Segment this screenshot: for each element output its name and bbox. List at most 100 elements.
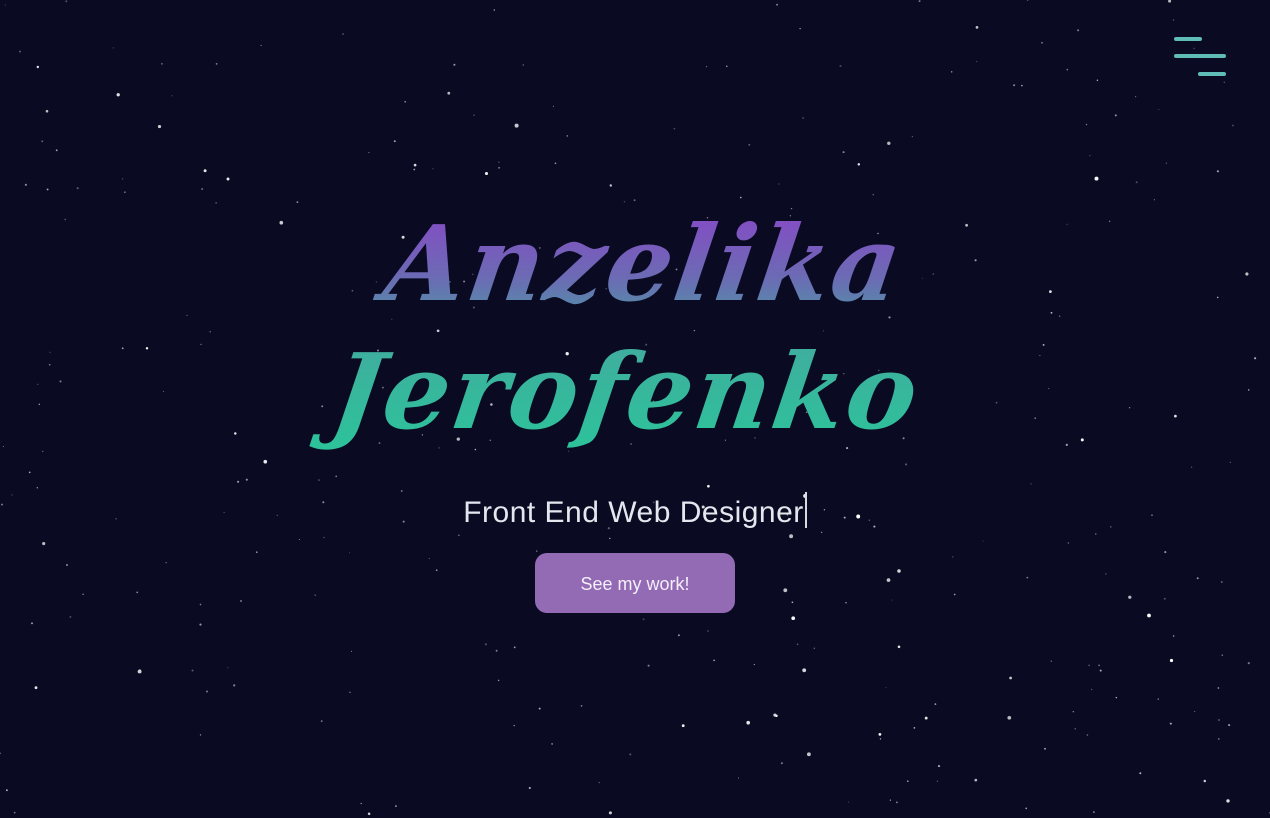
star: [320, 720, 323, 723]
star: [1218, 719, 1220, 721]
star: [31, 622, 33, 625]
star: [227, 667, 229, 669]
star: [199, 734, 202, 736]
star: [1147, 613, 1151, 618]
star: [799, 27, 801, 30]
star: [1013, 84, 1016, 87]
star: [647, 664, 650, 667]
star: [495, 649, 498, 652]
star: [1007, 715, 1012, 720]
star: [1099, 669, 1102, 672]
star: [937, 765, 941, 768]
star: [934, 703, 937, 705]
star: [1088, 664, 1090, 667]
star: [551, 742, 554, 745]
star: [918, 0, 921, 3]
hero-subtitle: Front End Web Designer: [0, 492, 1270, 531]
star: [65, 0, 68, 3]
landing-page: Anzelika Jerofenko Front End Web Designe…: [0, 0, 1270, 818]
menu-toggle-button[interactable]: [1170, 34, 1230, 82]
star: [1172, 635, 1175, 637]
star: [497, 679, 500, 682]
star: [46, 188, 49, 191]
star: [1089, 155, 1091, 157]
star: [360, 802, 362, 805]
star: [924, 716, 928, 720]
star: [1066, 68, 1069, 71]
star: [1091, 688, 1093, 690]
star: [1135, 96, 1137, 98]
star: [498, 166, 501, 169]
star: [1077, 29, 1080, 32]
star: [432, 168, 434, 170]
star: [493, 9, 496, 11]
star: [1041, 41, 1043, 44]
star: [1026, 0, 1029, 1]
star: [157, 125, 162, 129]
star: [1216, 170, 1219, 173]
star: [950, 71, 953, 73]
star: [726, 65, 728, 68]
star: [1114, 114, 1117, 117]
star: [813, 647, 815, 649]
hero-subtitle-text: Front End Web Designer: [463, 496, 804, 529]
star: [260, 44, 262, 46]
star: [473, 114, 475, 116]
star: [642, 618, 645, 621]
star: [598, 781, 601, 784]
star: [393, 140, 396, 143]
star: [847, 801, 849, 803]
star: [171, 95, 173, 97]
star: [713, 659, 715, 662]
star: [1094, 176, 1099, 181]
star: [514, 123, 519, 128]
star: [199, 623, 202, 626]
star: [1172, 19, 1175, 21]
star: [775, 714, 778, 718]
star: [778, 183, 780, 185]
star: [806, 752, 811, 757]
star: [1217, 738, 1220, 740]
star: [538, 707, 541, 710]
hero-section: Anzelika Jerofenko Front End Web Designe…: [0, 200, 1270, 613]
star: [1217, 687, 1220, 689]
star: [76, 187, 79, 190]
star: [206, 690, 208, 693]
star: [201, 188, 203, 190]
star: [802, 668, 807, 673]
hamburger-menu-icon: [1174, 37, 1226, 76]
star: [842, 151, 845, 154]
hero-first-name: Anzelika: [377, 202, 911, 325]
star: [746, 720, 750, 725]
star: [738, 777, 740, 779]
star: [879, 738, 882, 740]
star: [974, 778, 978, 782]
star: [124, 191, 126, 193]
star: [191, 669, 194, 672]
star: [1074, 728, 1076, 730]
star: [748, 143, 751, 146]
star: [1168, 0, 1172, 3]
star: [233, 684, 236, 687]
star: [1085, 123, 1088, 126]
star: [1221, 654, 1224, 657]
star: [878, 733, 882, 736]
star: [160, 62, 163, 65]
star: [349, 691, 351, 694]
star: [1157, 698, 1160, 700]
star: [55, 149, 58, 152]
star: [976, 60, 978, 63]
star: [1232, 124, 1234, 127]
see-my-work-button[interactable]: See my work!: [535, 553, 735, 613]
star: [566, 135, 569, 137]
star: [739, 196, 742, 199]
star: [4, 4, 6, 6]
star: [41, 140, 44, 143]
star: [342, 33, 344, 35]
star: [1025, 807, 1028, 810]
star: [802, 117, 804, 119]
star: [608, 811, 612, 815]
star: [1247, 662, 1250, 665]
star: [796, 643, 799, 646]
star: [609, 184, 613, 187]
